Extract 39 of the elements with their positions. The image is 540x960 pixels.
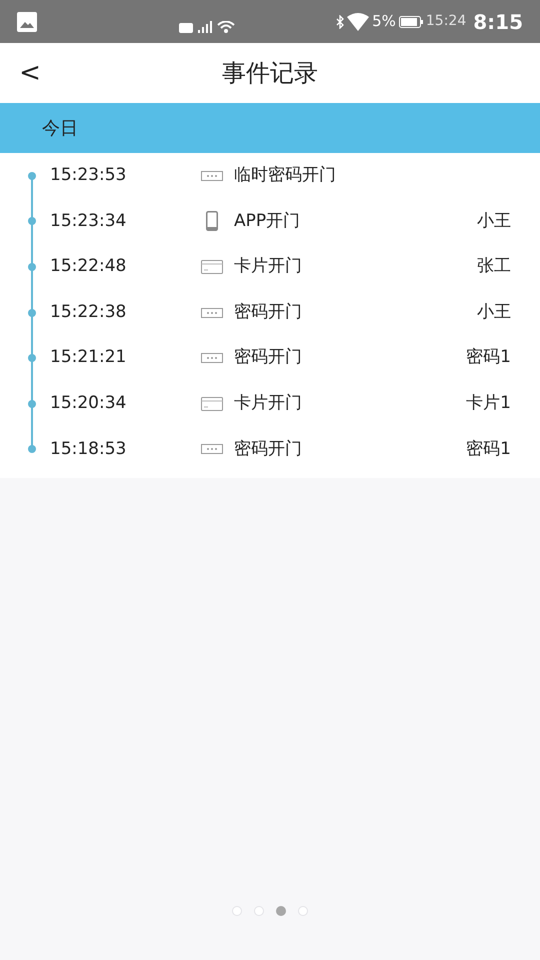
event-time: 15:22:38 — [50, 300, 126, 324]
section-label: 今日 — [42, 116, 78, 140]
back-button[interactable]: < — [16, 57, 44, 89]
keypad-icon — [201, 444, 223, 454]
clock: 15:24 — [426, 12, 466, 31]
page-title: 事件记录 — [222, 58, 318, 89]
bluetooth-icon — [336, 14, 344, 28]
signal-icon — [196, 20, 213, 32]
event-user: 小王 — [477, 300, 511, 324]
event-time: 15:18:53 — [50, 438, 126, 461]
keypad-icon — [201, 308, 223, 318]
event-action: 卡片开门 — [234, 392, 302, 416]
phone-icon — [206, 211, 218, 232]
wifi-icon — [347, 12, 370, 30]
event-time: 15:20:34 — [50, 392, 126, 416]
event-action: 卡片开门 — [234, 255, 302, 278]
event-action: 密码开门 — [234, 438, 302, 461]
card-icon — [201, 396, 223, 411]
event-time: 15:21:21 — [50, 346, 126, 370]
event-action: 临时密码开门 — [234, 164, 336, 188]
wifi-icon — [216, 20, 235, 32]
battery-icon — [398, 16, 423, 28]
event-time: 15:22:48 — [50, 255, 126, 278]
card-icon — [201, 260, 223, 274]
event-user: 小王 — [477, 210, 511, 233]
event-time: 15:23:34 — [50, 210, 126, 233]
clock: 8:15 — [473, 8, 523, 36]
event-user: 密码1 — [466, 346, 511, 370]
event-action: 密码开门 — [234, 346, 302, 370]
event-action: APP开门 — [234, 210, 300, 233]
keypad-icon — [201, 353, 223, 364]
event-time: 15:23:53 — [50, 164, 126, 188]
event-user: 卡片1 — [466, 392, 511, 416]
battery-percent: 5% — [372, 11, 396, 32]
gallery-icon — [17, 12, 37, 32]
event-user: 密码1 — [466, 438, 511, 461]
event-user: 张工 — [477, 255, 511, 278]
keypad-icon — [201, 170, 223, 181]
event-action: 密码开门 — [234, 300, 302, 324]
